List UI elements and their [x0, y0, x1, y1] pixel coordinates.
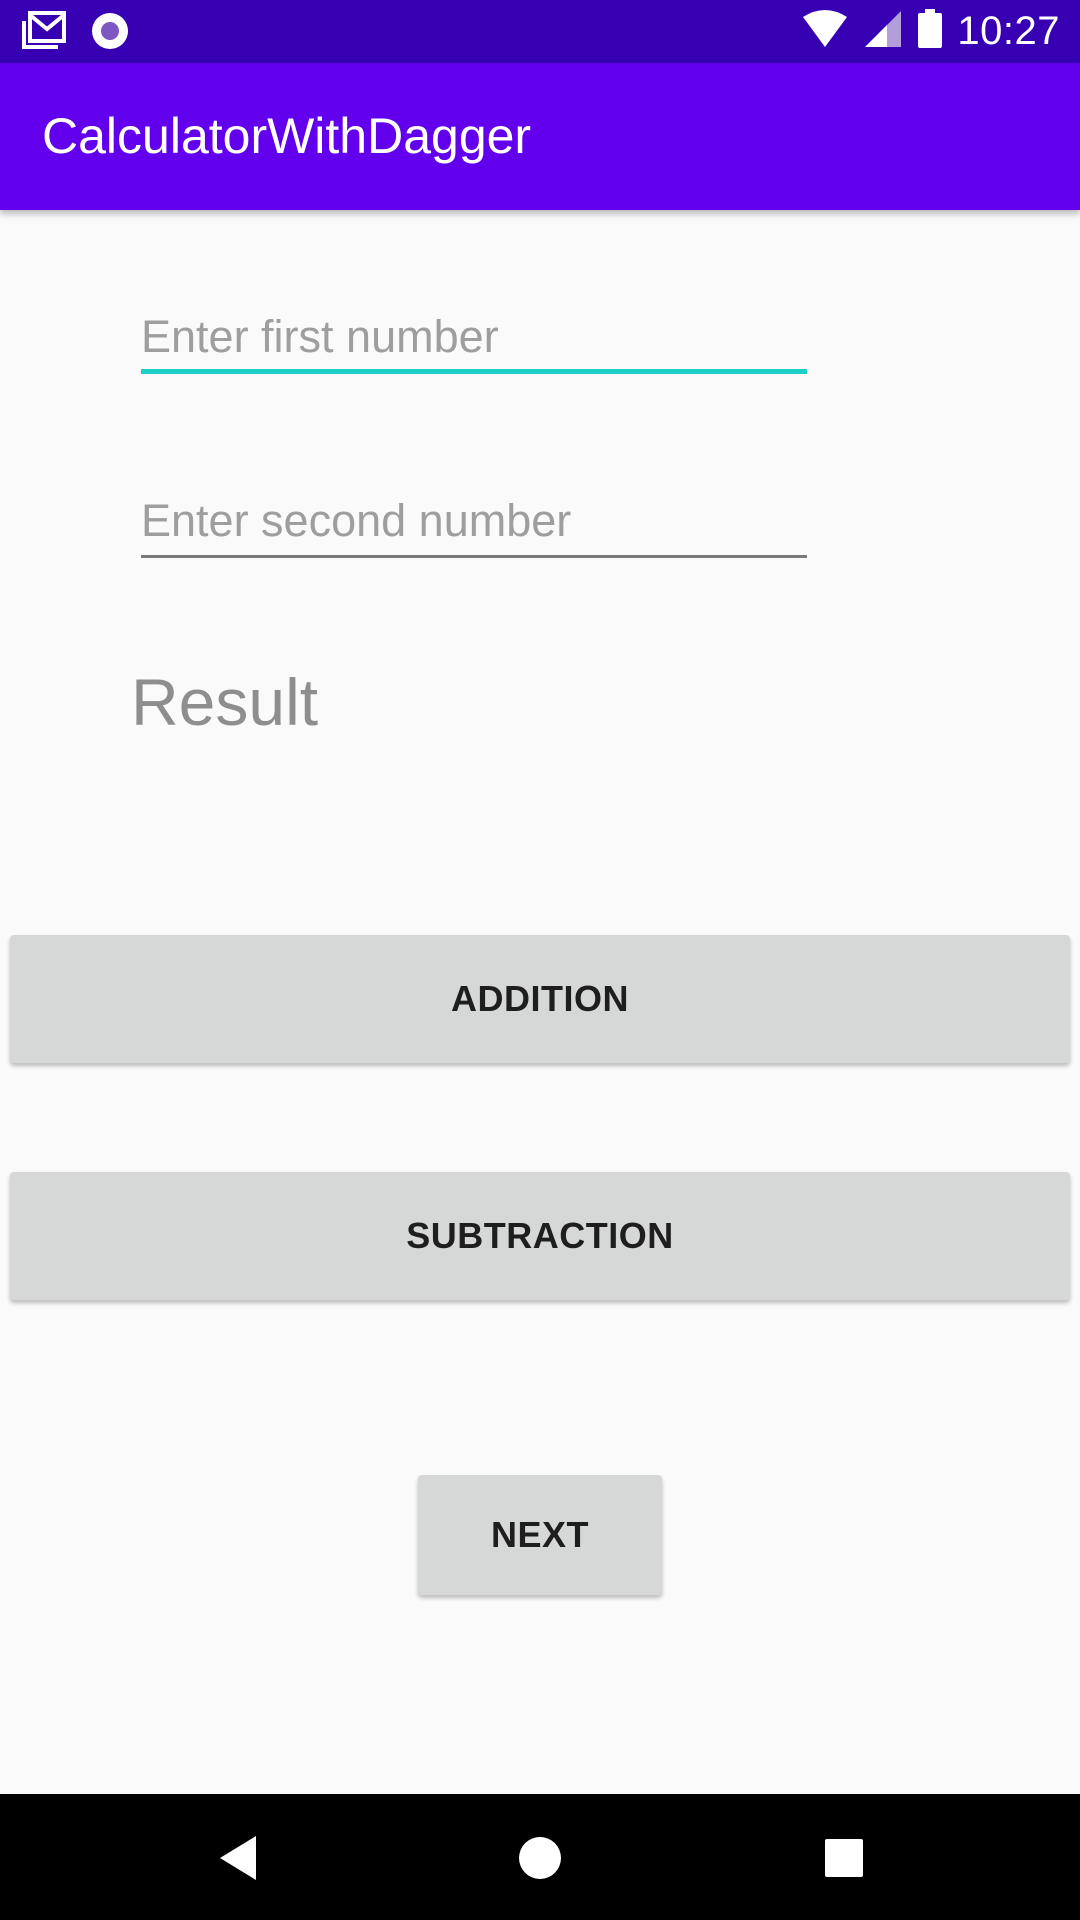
next-button[interactable]: NEXT	[418, 1475, 662, 1595]
second-number-underline	[141, 555, 807, 558]
status-system: 10:27	[801, 8, 1060, 54]
first-number-input[interactable]	[141, 302, 807, 372]
status-bar: 10:27	[0, 0, 1080, 63]
app-title: CalculatorWithDagger	[42, 108, 532, 164]
second-number-input[interactable]	[141, 486, 807, 556]
cell-signal-icon	[863, 9, 903, 54]
recents-icon	[823, 1837, 865, 1884]
gmail-icon	[22, 11, 68, 56]
battery-icon	[917, 8, 943, 54]
wifi-icon	[801, 9, 849, 54]
result-label: Result	[131, 665, 319, 739]
subtraction-button[interactable]: SUBTRACTION	[10, 1172, 1070, 1300]
screen: 10:27 CalculatorWithDagger Result ADDITI…	[0, 0, 1080, 1920]
app-bar: CalculatorWithDagger	[0, 63, 1080, 210]
back-button[interactable]	[208, 1830, 268, 1890]
first-number-field[interactable]	[141, 302, 807, 374]
navigation-bar	[0, 1794, 1080, 1920]
back-icon	[216, 1833, 260, 1888]
recents-button[interactable]	[814, 1830, 874, 1890]
status-time: 10:27	[957, 8, 1060, 53]
status-notifications	[22, 11, 130, 56]
radio-button-icon	[90, 11, 130, 56]
home-button[interactable]	[510, 1830, 570, 1890]
second-number-field[interactable]	[141, 486, 807, 558]
addition-button[interactable]: ADDITION	[10, 935, 1070, 1063]
first-number-underline	[141, 369, 807, 374]
home-icon	[517, 1835, 563, 1886]
